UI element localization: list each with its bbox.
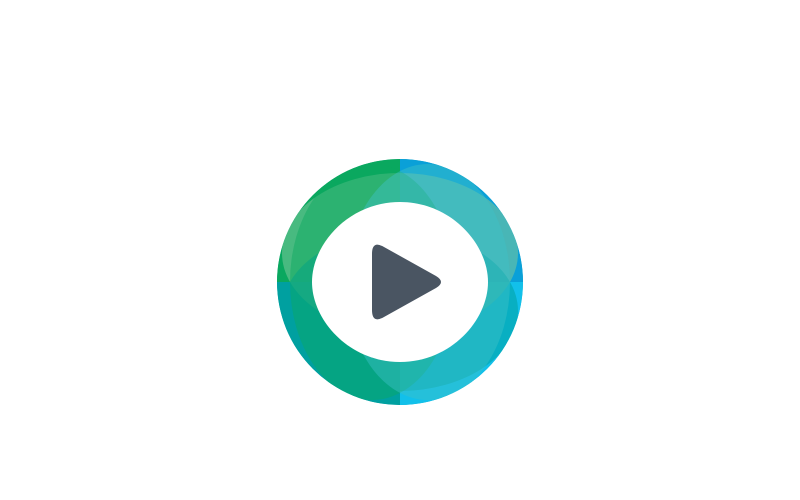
logo-svg — [277, 159, 523, 405]
media-player-logo[interactable] — [276, 158, 524, 406]
canvas — [0, 0, 800, 500]
